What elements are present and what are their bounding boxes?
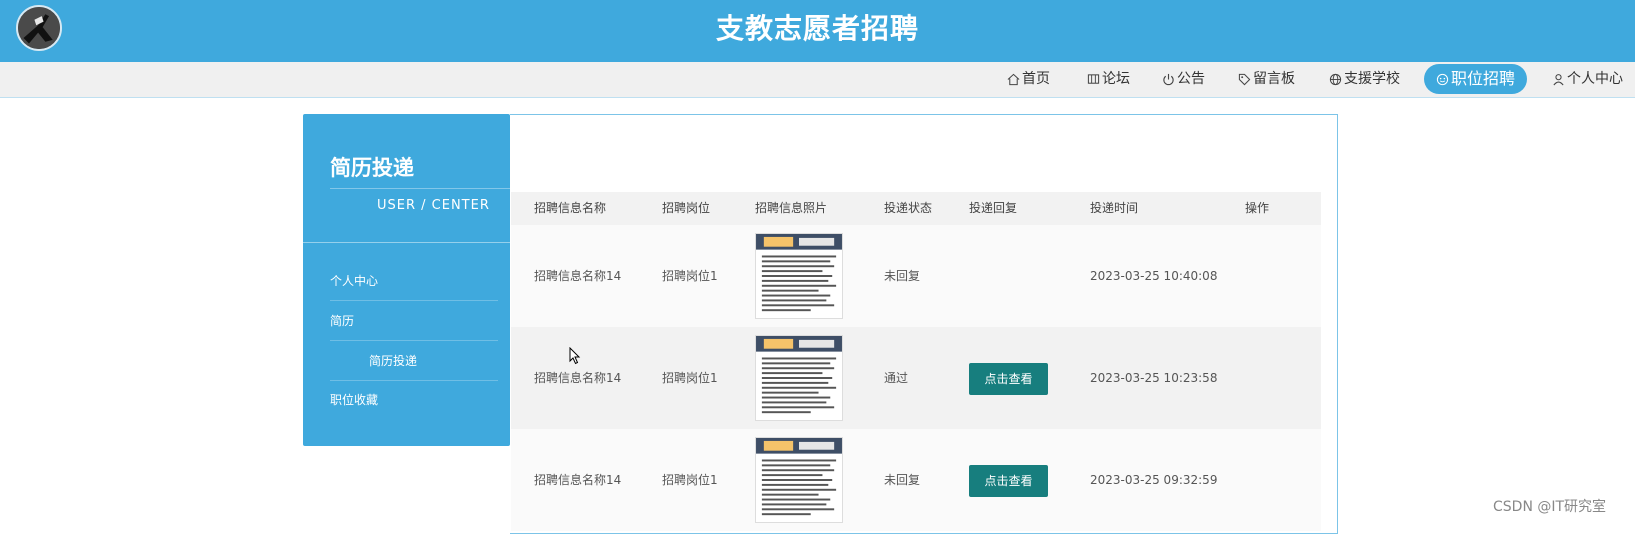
table-row: 招聘信息名称14 招聘岗位1 未回复 2023-03-25 10:40:08 <box>511 225 1321 327</box>
table-header: 招聘信息名称 招聘岗位 招聘信息照片 投递状态 投递回复 投递时间 操作 <box>511 192 1321 225</box>
main-nav: 首页 论坛 公告 留言板 支援学校 职位招聘 个人中心 <box>0 62 1635 98</box>
cell-name: 招聘信息名称14 <box>534 473 622 487</box>
tag-icon <box>1238 73 1251 85</box>
divider <box>303 242 510 243</box>
mouse-cursor-icon <box>569 347 581 365</box>
divider <box>330 188 510 189</box>
nav-item-message-board[interactable]: 留言板 <box>1238 64 1295 94</box>
sidebar-item-resume-delivery[interactable]: 简历投递 <box>330 342 498 381</box>
table-row: 招聘信息名称14 招聘岗位1 未回复 点击查看 2023-03-25 09:32… <box>511 429 1321 531</box>
nav-item-label: 支援学校 <box>1344 71 1400 87</box>
nav-item-label: 个人中心 <box>1567 71 1623 87</box>
user-icon <box>1553 73 1564 85</box>
forum-icon <box>1087 73 1100 84</box>
cell-time: 2023-03-25 10:40:08 <box>1090 269 1218 283</box>
cell-name: 招聘信息名称14 <box>534 371 622 385</box>
site-title: 支教志愿者招聘 <box>715 12 919 45</box>
smile-icon <box>1436 73 1449 85</box>
nav-item-jobs[interactable]: 职位招聘 <box>1424 64 1528 94</box>
watermark: CSDN @IT研究室 <box>1493 499 1607 515</box>
nav-item-forum[interactable]: 论坛 <box>1087 64 1130 94</box>
sidebar-item-job-favorites[interactable]: 职位收藏 <box>330 381 498 420</box>
thumbnail-image[interactable] <box>755 233 843 319</box>
nav-item-label: 公告 <box>1177 71 1205 87</box>
cell-status: 未回复 <box>884 269 921 283</box>
nav-item-label: 留言板 <box>1253 71 1295 87</box>
view-reply-button[interactable]: 点击查看 <box>969 465 1048 497</box>
table-row: 招聘信息名称14 招聘岗位1 通过 点击查看 2023-03-25 10:23:… <box>511 327 1321 429</box>
sidebar-item-resume[interactable]: 简历 <box>330 302 498 341</box>
cell-position: 招聘岗位1 <box>662 371 718 385</box>
nav-item-personal-center[interactable]: 个人中心 <box>1552 64 1623 94</box>
column-header: 招聘信息名称 <box>534 201 607 215</box>
sidebar: 简历投递 USER / CENTER 个人中心 简历 简历投递 职位收藏 <box>303 114 510 446</box>
cell-time: 2023-03-25 10:23:58 <box>1090 371 1218 385</box>
nav-item-label: 论坛 <box>1102 71 1130 87</box>
power-icon <box>1163 73 1174 85</box>
nav-item-schools[interactable]: 支援学校 <box>1329 64 1400 94</box>
cell-position: 招聘岗位1 <box>662 269 718 283</box>
cell-name: 招聘信息名称14 <box>534 269 622 283</box>
thumbnail-image[interactable] <box>755 437 843 523</box>
column-header: 招聘信息照片 <box>755 201 828 215</box>
sidebar-subtitle: USER / CENTER <box>377 198 490 213</box>
column-header: 投递状态 <box>884 201 933 215</box>
column-header: 投递时间 <box>1090 201 1139 215</box>
sidebar-title: 简历投递 <box>330 156 414 180</box>
nav-item-label: 首页 <box>1022 71 1050 87</box>
top-header: 支教志愿者招聘 <box>0 0 1635 62</box>
nav-item-announcement[interactable]: 公告 <box>1162 64 1205 94</box>
sidebar-item-personal-center[interactable]: 个人中心 <box>330 262 498 301</box>
cell-time: 2023-03-25 09:32:59 <box>1090 473 1218 487</box>
thumbnail-image[interactable] <box>755 335 843 421</box>
globe-icon <box>1329 73 1342 85</box>
column-header: 操作 <box>1245 201 1270 215</box>
home-icon <box>1007 73 1020 85</box>
column-header: 投递回复 <box>969 201 1018 215</box>
column-header: 招聘岗位 <box>662 201 711 215</box>
nav-item-label: 职位招聘 <box>1451 69 1516 88</box>
cell-status: 通过 <box>884 371 909 385</box>
view-reply-button[interactable]: 点击查看 <box>969 363 1048 395</box>
nav-item-home[interactable]: 首页 <box>1007 64 1050 94</box>
cell-status: 未回复 <box>884 473 921 487</box>
cell-position: 招聘岗位1 <box>662 473 718 487</box>
